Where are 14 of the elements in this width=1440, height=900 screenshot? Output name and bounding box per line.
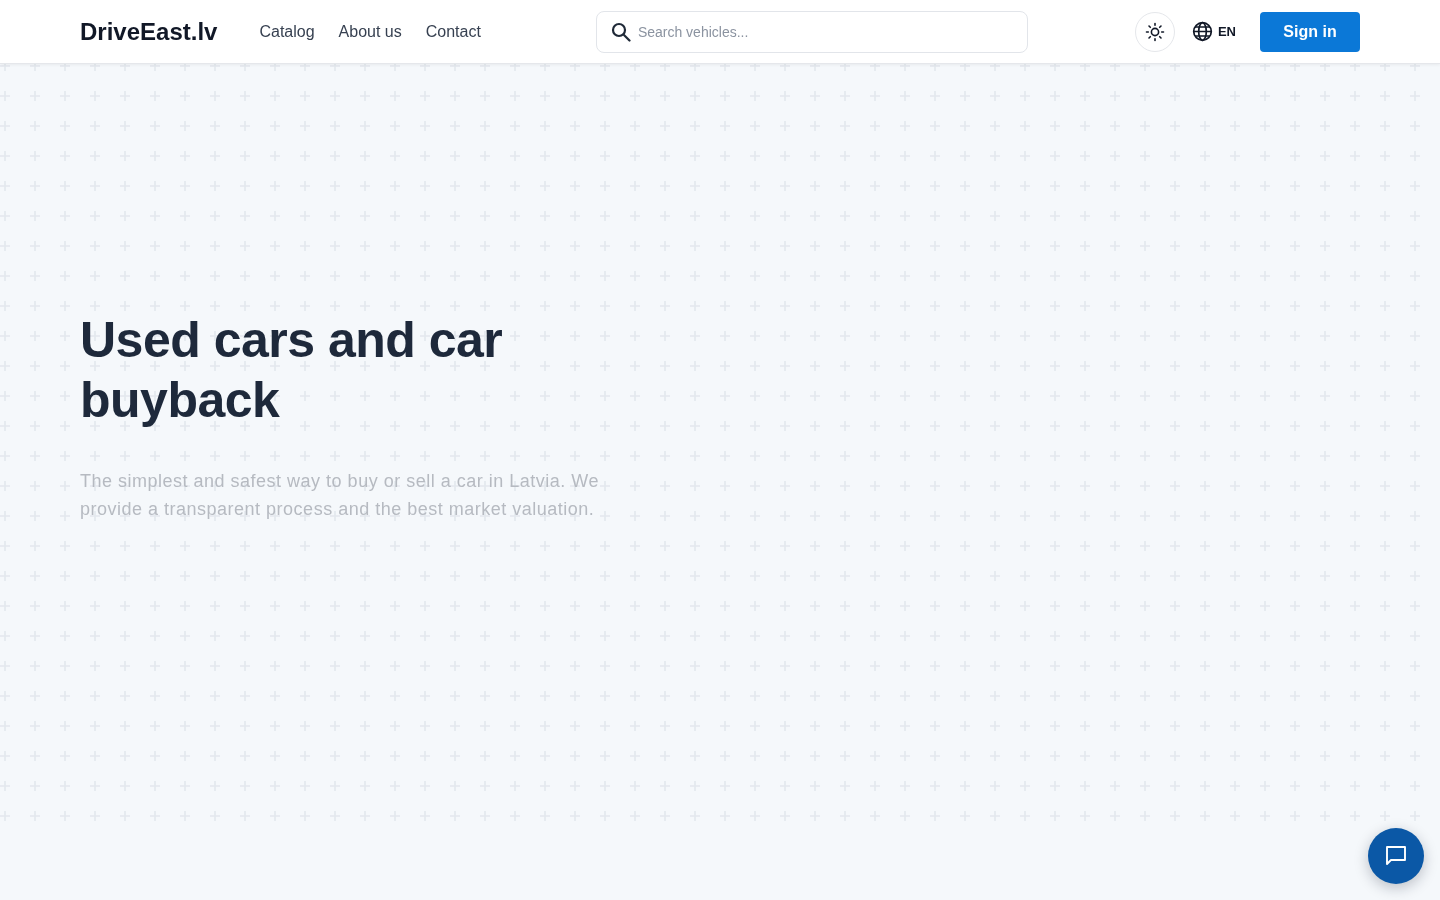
nav-link[interactable]: Contact (425, 19, 481, 44)
sign-in-button[interactable]: Sign in (1260, 11, 1360, 52)
nav-link[interactable]: About us (338, 19, 402, 44)
hero-description: The simplest and safest way to buy or sell a car in Latvia. We provide a transparent process and the best market valuation. (80, 470, 600, 521)
search-icon (610, 21, 631, 42)
chat-button[interactable] (1368, 828, 1424, 884)
site-logo[interactable]: DriveEast.lv (80, 13, 218, 50)
globe-icon (1191, 21, 1213, 42)
chat-bubble-icon (1385, 845, 1407, 867)
language-button[interactable]: EN (1191, 11, 1236, 52)
sun-icon (1144, 21, 1165, 42)
nav-link[interactable]: Catalog (259, 19, 315, 44)
search-field[interactable]: Search vehicles... (595, 10, 1028, 53)
hero-heading: Used cars and car buyback (80, 311, 504, 430)
